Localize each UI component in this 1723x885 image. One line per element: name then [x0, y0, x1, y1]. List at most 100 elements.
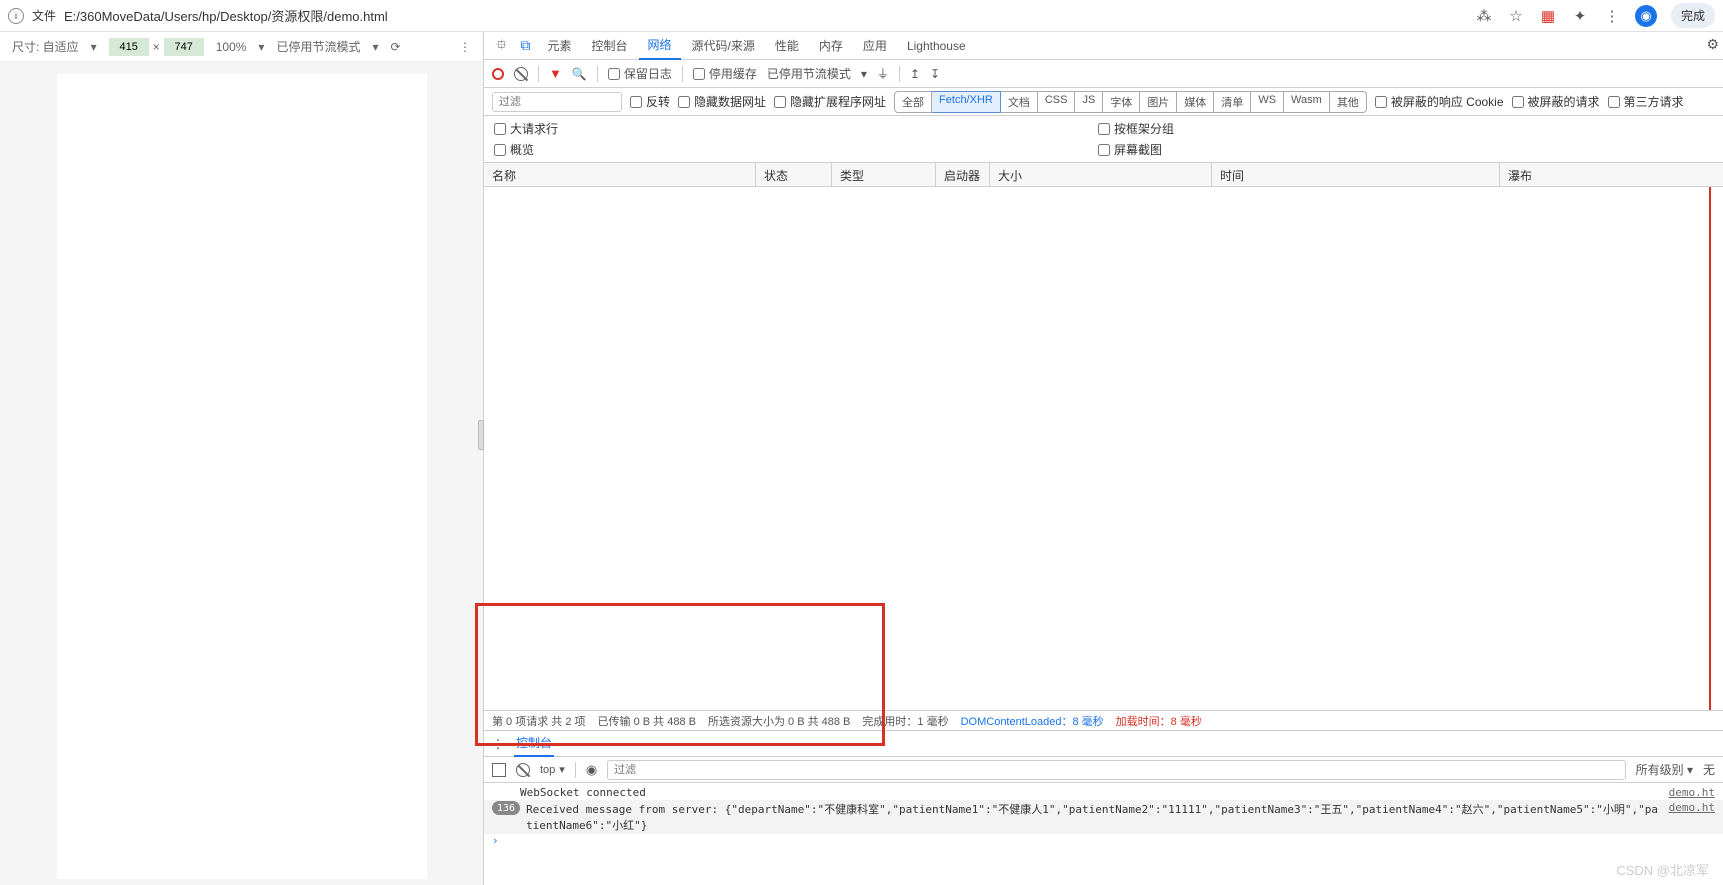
- record-icon[interactable]: [492, 68, 504, 80]
- tab-network[interactable]: 网络: [639, 31, 681, 60]
- foot-transferred: 已传输 0 B 共 488 B: [598, 713, 696, 729]
- blocked-cookies-checkbox[interactable]: 被屏蔽的响应 Cookie: [1375, 93, 1504, 110]
- star-icon[interactable]: ☆: [1507, 7, 1525, 25]
- chip-其他[interactable]: 其他: [1330, 91, 1367, 113]
- chip-Fetch/XHR[interactable]: Fetch/XHR: [932, 91, 1001, 113]
- chip-字体[interactable]: 字体: [1103, 91, 1140, 113]
- col-waterfall[interactable]: 瀑布: [1500, 163, 1723, 186]
- invert-checkbox[interactable]: 反转: [630, 93, 670, 110]
- watermark: CSDN @北凉军: [1616, 860, 1709, 879]
- chip-JS[interactable]: JS: [1075, 91, 1103, 113]
- download-icon[interactable]: ↧: [930, 67, 940, 81]
- tab-lighthouse[interactable]: Lighthouse: [898, 34, 975, 58]
- sidebar-toggle-icon[interactable]: [492, 763, 506, 777]
- tab-memory[interactable]: 内存: [810, 32, 852, 59]
- chip-图片[interactable]: 图片: [1140, 91, 1177, 113]
- console-prompt[interactable]: ›: [484, 834, 1723, 847]
- col-status[interactable]: 状态: [756, 163, 832, 186]
- profile-avatar[interactable]: ◉: [1635, 5, 1657, 27]
- more-icon[interactable]: ⋮: [1603, 7, 1621, 25]
- group-by-frame-checkbox[interactable]: 按框架分组: [1098, 120, 1174, 137]
- log-source[interactable]: demo.ht: [1669, 801, 1715, 814]
- filter-icon[interactable]: ▼: [549, 66, 562, 81]
- disable-cache-checkbox[interactable]: 停用缓存: [693, 65, 757, 82]
- url-path[interactable]: E:/360MoveData/Users/hp/Desktop/资源权限/dem…: [64, 6, 388, 25]
- height-input[interactable]: [164, 38, 204, 56]
- drawer-tab-console[interactable]: 控制台: [514, 730, 554, 757]
- chip-CSS[interactable]: CSS: [1038, 91, 1076, 113]
- col-initiator[interactable]: 启动器: [936, 163, 990, 186]
- device-pane: 尺寸: 自适应▾ × 100%▾ 已停用节流模式▾ ⟳ ⋮: [0, 32, 484, 885]
- preserve-log-checkbox[interactable]: 保留日志: [608, 65, 672, 82]
- preview-area: [0, 62, 483, 885]
- chip-文档[interactable]: 文档: [1001, 91, 1038, 113]
- filter-input[interactable]: [492, 92, 622, 112]
- chip-清单[interactable]: 清单: [1214, 91, 1251, 113]
- chip-Wasm[interactable]: Wasm: [1284, 91, 1330, 113]
- network-table-header: 名称 状态 类型 启动器 大小 时间 瀑布: [484, 163, 1723, 187]
- tab-console[interactable]: 控制台: [583, 32, 637, 59]
- settings-icon[interactable]: ⚙: [1706, 36, 1719, 53]
- width-input[interactable]: [109, 38, 149, 56]
- console-row: 136Received message from server: {"depar…: [484, 800, 1723, 834]
- type-chips: 全部Fetch/XHR文档CSSJS字体图片媒体清单WSWasm其他: [894, 91, 1367, 113]
- clear-icon[interactable]: [514, 67, 528, 81]
- hide-data-urls-checkbox[interactable]: 隐藏数据网址: [678, 93, 766, 110]
- tab-sources[interactable]: 源代码/来源: [683, 32, 764, 59]
- rotate-icon[interactable]: ⟳: [391, 40, 401, 54]
- drawer-tabs: ⋮ 控制台: [484, 731, 1723, 757]
- chip-媒体[interactable]: 媒体: [1177, 91, 1214, 113]
- live-expr-icon[interactable]: ◉: [586, 762, 597, 778]
- chip-全部[interactable]: 全部: [894, 91, 932, 113]
- ext1-icon[interactable]: ▦: [1539, 7, 1557, 25]
- tab-performance[interactable]: 性能: [766, 32, 808, 59]
- options-row: 大请求行 概览 按框架分组 屏幕截图: [484, 116, 1723, 163]
- foot-resources: 所选资源大小为 0 B 共 488 B: [708, 713, 850, 729]
- device-toggle-icon[interactable]: ⧉: [515, 33, 537, 58]
- kebab-icon[interactable]: ⋮: [459, 40, 471, 54]
- screenshots-checkbox[interactable]: 屏幕截图: [1098, 141, 1174, 158]
- col-name[interactable]: 名称: [484, 163, 756, 186]
- drawer-menu-icon[interactable]: ⋮: [492, 737, 504, 751]
- console-row: WebSocket connected demo.ht: [484, 785, 1723, 800]
- foot-finish: 完成用时：1 毫秒: [862, 713, 948, 729]
- col-time[interactable]: 时间: [1212, 163, 1500, 186]
- hide-ext-urls-checkbox[interactable]: 隐藏扩展程序网址: [774, 93, 886, 110]
- device-frame[interactable]: [57, 74, 427, 879]
- log-text: WebSocket connected: [520, 786, 1663, 799]
- context-selector[interactable]: top ▾: [540, 763, 565, 776]
- network-table-body: [484, 187, 1723, 710]
- chip-WS[interactable]: WS: [1251, 91, 1284, 113]
- done-button[interactable]: 完成: [1671, 3, 1715, 28]
- log-text: Received message from server: {"departNa…: [526, 801, 1663, 833]
- throttle-select[interactable]: 已停用节流模式: [276, 38, 360, 55]
- console-clear-icon[interactable]: [516, 763, 530, 777]
- zoom-select[interactable]: 100%: [216, 40, 247, 54]
- tab-elements[interactable]: 元素: [539, 32, 581, 59]
- col-type[interactable]: 类型: [832, 163, 936, 186]
- network-toolbar: ▼ 🔍 保留日志 停用缓存 已停用节流模式▾ ⏚ ↥ ↧: [484, 60, 1723, 88]
- throttle-dropdown[interactable]: 已停用节流模式: [767, 65, 851, 82]
- devtools-pane: ⯐ ⧉ 元素 控制台 网络 源代码/来源 性能 内存 应用 Lighthouse…: [484, 32, 1723, 885]
- waterfall-line: [1709, 187, 1711, 710]
- wifi-icon[interactable]: ⏚: [877, 65, 889, 82]
- translate-icon[interactable]: ⁂: [1475, 7, 1493, 25]
- console-filter-input[interactable]: [607, 760, 1625, 780]
- third-party-checkbox[interactable]: 第三方请求: [1608, 93, 1684, 110]
- log-source[interactable]: demo.ht: [1669, 786, 1715, 799]
- extensions-icon[interactable]: ✦: [1571, 7, 1589, 25]
- blocked-requests-checkbox[interactable]: 被屏蔽的请求: [1512, 93, 1600, 110]
- issues-count[interactable]: 无: [1703, 761, 1715, 778]
- size-label[interactable]: 尺寸: 自适应: [12, 38, 79, 55]
- large-rows-checkbox[interactable]: 大请求行: [494, 120, 558, 137]
- file-label: 文件: [32, 7, 56, 24]
- overview-checkbox[interactable]: 概览: [494, 141, 558, 158]
- foot-dcl: DOMContentLoaded：8 毫秒: [961, 713, 1104, 729]
- inspect-icon[interactable]: ⯐: [490, 30, 513, 62]
- col-size[interactable]: 大小: [990, 163, 1212, 186]
- upload-icon[interactable]: ↥: [910, 67, 920, 81]
- info-icon[interactable]: i: [8, 8, 24, 24]
- tab-application[interactable]: 应用: [854, 32, 896, 59]
- search-icon[interactable]: 🔍: [572, 67, 587, 81]
- levels-dropdown[interactable]: 所有级别 ▾: [1636, 761, 1693, 778]
